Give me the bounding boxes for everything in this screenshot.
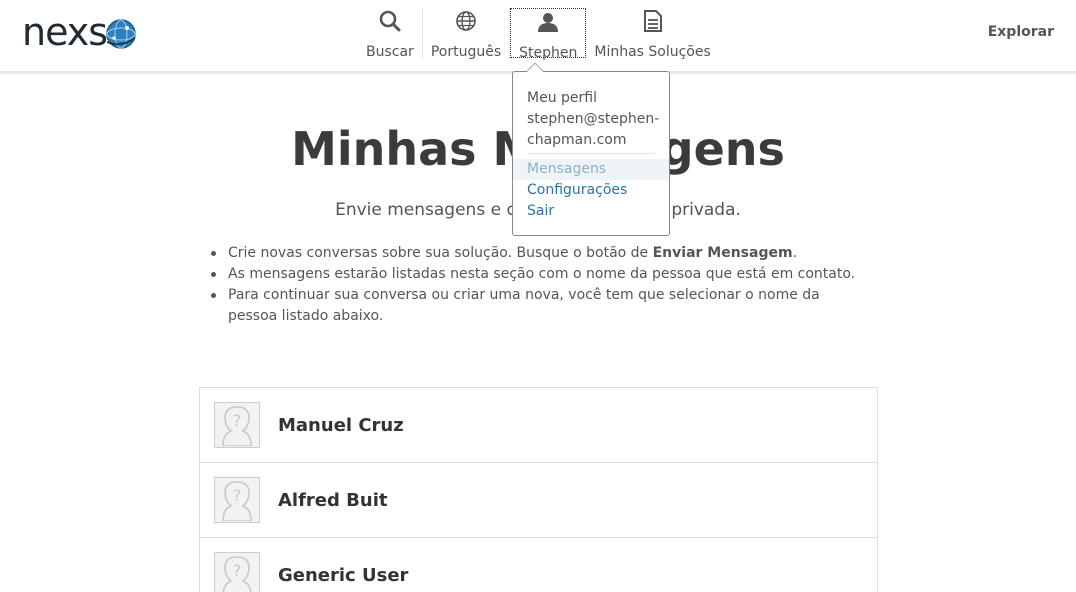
list-item: Crie novas conversas sobre sua solução. … (211, 243, 868, 264)
svg-text:?: ? (233, 411, 242, 430)
list-item: As mensagens estarão listadas nesta seçã… (211, 264, 868, 285)
nav-my-solutions-label: Minhas Soluções (594, 44, 711, 60)
list-item: Para continuar sua conversa ou criar uma… (211, 285, 868, 327)
user-email-line-1: stephen@stephen- (527, 111, 660, 127)
my-profile-link[interactable]: Meu perfil stephen@stephen- chapman.com (513, 72, 669, 151)
avatar-placeholder-icon: ? (214, 477, 260, 523)
user-dropdown-menu: Meu perfil stephen@stephen- chapman.com … (512, 62, 670, 236)
dropdown-divider (527, 153, 655, 154)
profile-label: Meu perfil (527, 90, 597, 106)
avatar-placeholder-icon: ? (214, 402, 260, 448)
svg-text:?: ? (233, 561, 242, 580)
bullet-2-text: As mensagens estarão listadas nesta seçã… (228, 266, 856, 282)
user-email-line-2: chapman.com (527, 132, 627, 148)
contact-name: Generic User (278, 564, 409, 586)
nav-user-label: Stephen (519, 45, 578, 61)
contacts-list: ? Manuel Cruz ? Alfred Buit ? Generic Us… (199, 387, 878, 592)
globe-logo-icon (106, 19, 136, 49)
contact-row[interactable]: ? Generic User (200, 538, 877, 592)
bullet-1-suffix: . (792, 245, 798, 261)
nav-search[interactable]: Buscar (358, 8, 423, 60)
search-icon (378, 10, 402, 32)
nav-search-label: Buscar (366, 44, 414, 60)
avatar-placeholder-icon: ? (214, 552, 260, 592)
bullet-1-text: Crie novas conversas sobre sua solução. … (228, 245, 653, 261)
contact-name: Manuel Cruz (278, 414, 404, 436)
header: nexs Buscar Português Stephen Minhas Sol… (0, 0, 1076, 74)
instructions-list: Crie novas conversas sobre sua solução. … (211, 243, 868, 327)
logout-link[interactable]: Sair (513, 201, 669, 222)
contact-row[interactable]: ? Alfred Buit (200, 463, 877, 538)
nexso-logo[interactable]: nexs (22, 10, 137, 54)
settings-link[interactable]: Configurações (513, 180, 669, 201)
nav-my-solutions[interactable]: Minhas Soluções (586, 8, 718, 60)
svg-text:?: ? (233, 486, 242, 505)
messages-link[interactable]: Mensagens (513, 159, 669, 180)
document-icon (641, 10, 665, 32)
user-icon (536, 11, 560, 33)
top-nav: Buscar Português Stephen Minhas Soluções (358, 8, 719, 61)
nav-language[interactable]: Português (423, 8, 511, 60)
logo-text: nexs (22, 10, 108, 54)
globe-icon (454, 10, 478, 32)
contact-row[interactable]: ? Manuel Cruz (200, 388, 877, 463)
nav-user-menu[interactable]: Stephen (510, 8, 587, 61)
explore-link[interactable]: Explorar (988, 24, 1054, 40)
contact-name: Alfred Buit (278, 489, 388, 511)
nav-language-label: Português (430, 44, 502, 60)
send-message-emphasis: Enviar Mensagem (652, 245, 793, 261)
bullet-3-text: Para continuar sua conversa ou criar uma… (228, 287, 820, 324)
